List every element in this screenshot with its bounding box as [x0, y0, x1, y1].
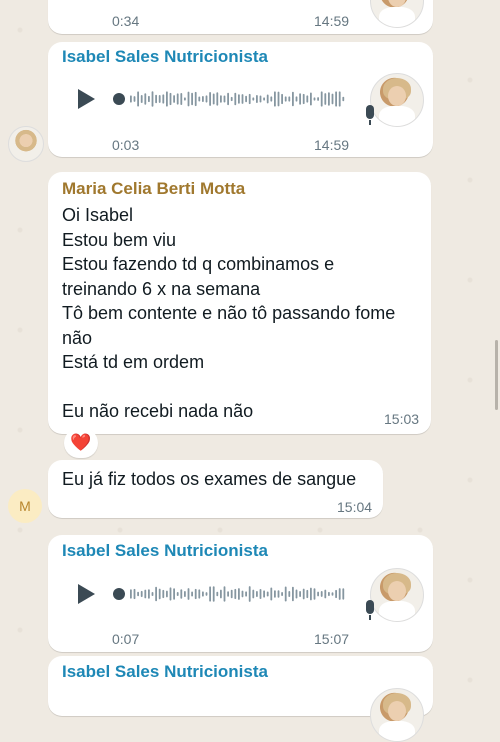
sender-profile-photo — [370, 688, 424, 742]
sender-avatar[interactable]: M — [8, 489, 42, 523]
sender-name[interactable]: Maria Celia Berti Motta — [62, 179, 245, 199]
message-time: 15:04 — [337, 499, 373, 515]
sender-name[interactable]: Isabel Sales Nutricionista — [62, 541, 268, 561]
audio-duration: 0:03 — [112, 137, 140, 153]
message-time: 15:03 — [384, 411, 420, 427]
play-icon[interactable] — [78, 584, 95, 604]
microphone-icon — [366, 600, 374, 620]
sender-avatar[interactable] — [8, 126, 44, 162]
message-text: Oi Isabel Estou bem viu Estou fazendo td… — [62, 205, 396, 421]
sender-name[interactable]: Isabel Sales Nutricionista — [62, 47, 268, 67]
sender-profile-photo — [370, 73, 424, 127]
message-text: Eu já fiz todos os exames de sangue — [62, 469, 357, 489]
play-icon[interactable] — [78, 89, 95, 109]
message-time: 14:59 — [314, 13, 350, 29]
heart-reaction-icon[interactable]: ❤️ — [64, 428, 98, 458]
audio-waveform[interactable] — [112, 89, 352, 109]
audio-waveform[interactable] — [112, 584, 352, 604]
message-time: 15:07 — [314, 631, 350, 647]
sender-profile-photo — [370, 568, 424, 622]
audio-duration: 0:07 — [112, 631, 140, 647]
microphone-icon — [366, 105, 374, 125]
message-time: 14:59 — [314, 137, 350, 153]
sender-name[interactable]: Isabel Sales Nutricionista — [62, 662, 268, 682]
scrollbar[interactable] — [495, 340, 498, 410]
audio-duration: 0:34 — [112, 13, 140, 29]
